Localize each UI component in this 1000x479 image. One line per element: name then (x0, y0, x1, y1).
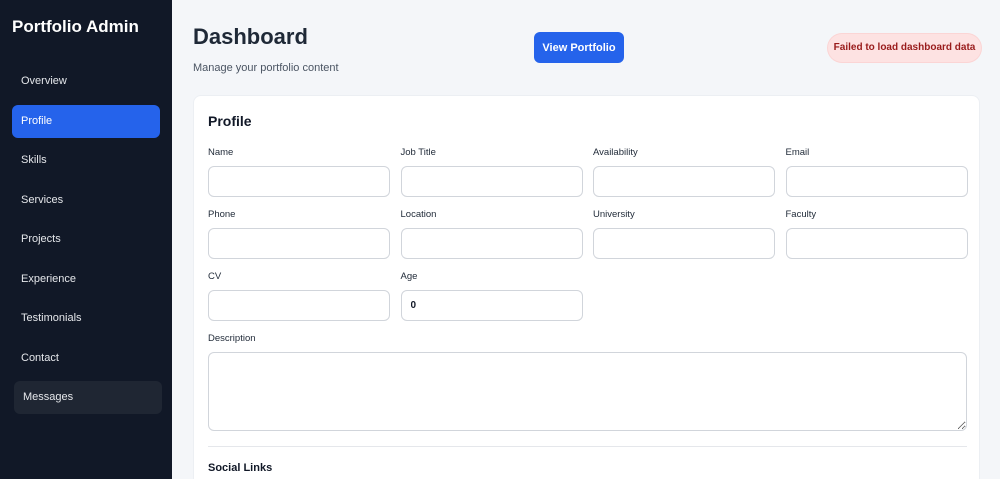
sidebar-item-overview[interactable]: Overview (12, 65, 160, 98)
sidebar-nav: Overview Profile Skills Services Project… (12, 65, 162, 414)
sidebar-item-profile[interactable]: Profile (12, 104, 160, 138)
main-content: Dashboard Manage your portfolio content … (172, 0, 1000, 479)
email-field: Email (785, 147, 968, 209)
social-links-title: Social Links (208, 462, 273, 474)
availability-field: Availability (593, 147, 775, 209)
page-title: Dashboard (193, 24, 308, 49)
app-root: Portfolio Admin Overview Profile Skills … (0, 0, 1000, 479)
name-label: Name (208, 147, 234, 158)
profile-section-title: Profile (208, 113, 252, 129)
app-brand-title: Portfolio Admin (12, 17, 139, 36)
cv-field: CV (208, 271, 390, 333)
sidebar-item-contact[interactable]: Contact (12, 342, 160, 375)
age-field: Age (400, 271, 583, 333)
sidebar-item-experience[interactable]: Experience (12, 263, 160, 296)
name-field: Name (208, 147, 390, 209)
university-label: University (593, 209, 635, 220)
page-subtitle: Manage your portfolio content (193, 62, 339, 74)
view-portfolio-button[interactable]: View Portfolio (534, 32, 624, 63)
error-message-badge: Failed to load dashboard data (828, 34, 981, 62)
age-label: Age (400, 271, 418, 282)
job-title-label: Job Title (400, 147, 436, 158)
university-input[interactable] (593, 228, 775, 259)
profile-card: Profile Name Job Title Availability Emai… (193, 95, 980, 479)
sidebar-item-skills[interactable]: Skills (12, 144, 160, 177)
location-field: Location (400, 209, 583, 271)
sidebar-item-testimonials[interactable]: Testimonials (12, 302, 160, 335)
name-input[interactable] (208, 166, 390, 197)
phone-input[interactable] (208, 228, 390, 259)
availability-input[interactable] (593, 166, 775, 197)
faculty-field: Faculty (785, 209, 968, 271)
location-input[interactable] (400, 228, 583, 259)
email-input[interactable] (785, 166, 968, 197)
university-field: University (593, 209, 775, 271)
description-label: Description (208, 333, 256, 344)
sidebar-item-messages[interactable]: Messages (14, 381, 162, 414)
age-input[interactable] (400, 290, 583, 321)
cv-input[interactable] (208, 290, 390, 321)
faculty-label: Faculty (785, 209, 817, 220)
job-title-input[interactable] (400, 166, 583, 197)
phone-label: Phone (208, 209, 236, 220)
description-textarea[interactable] (208, 352, 967, 431)
availability-label: Availability (593, 147, 638, 158)
job-title-field: Job Title (400, 147, 583, 209)
faculty-input[interactable] (785, 228, 968, 259)
sidebar: Portfolio Admin Overview Profile Skills … (0, 0, 172, 479)
cv-label: CV (208, 271, 222, 282)
profile-fields-grid: Name Job Title Availability Email Phone (208, 147, 968, 333)
section-divider (208, 446, 967, 447)
sidebar-item-projects[interactable]: Projects (12, 223, 160, 256)
phone-field: Phone (208, 209, 390, 271)
sidebar-item-services[interactable]: Services (12, 184, 160, 217)
location-label: Location (400, 209, 437, 220)
email-label: Email (785, 147, 810, 158)
